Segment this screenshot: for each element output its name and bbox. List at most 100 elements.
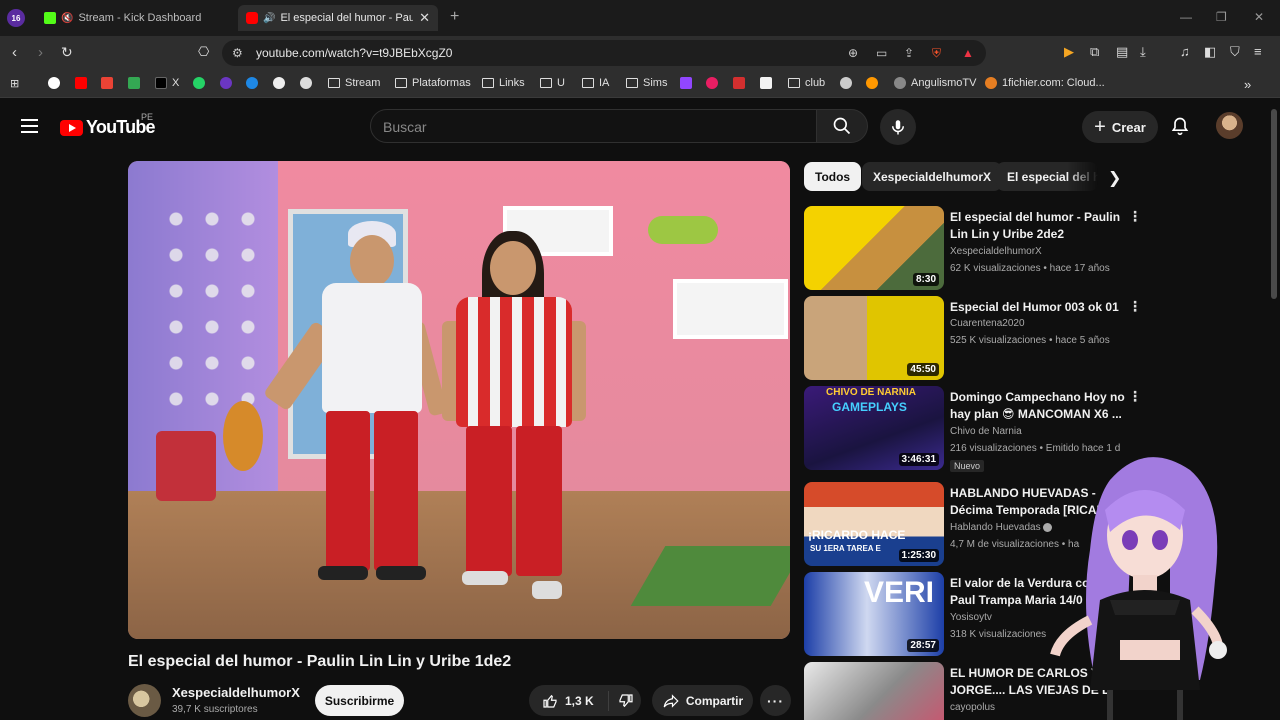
scrollbar-thumb[interactable] [1271, 109, 1277, 299]
bookmark-1fichier[interactable]: 1fichier.com: Cloud... [985, 77, 1105, 89]
voice-search-button[interactable] [880, 109, 916, 145]
drive-bookmark-icon[interactable] [128, 77, 145, 89]
new-tab-button[interactable]: + [450, 8, 459, 26]
brave-bookmark-icon[interactable] [220, 77, 237, 89]
bookmark-angulismotv[interactable]: AngulismoTV [894, 77, 976, 89]
heart-bookmark-icon[interactable] [706, 77, 723, 89]
page-scrollbar[interactable] [1268, 99, 1280, 720]
recommendation-item[interactable]: 45:50 Especial del Humor 003 ok 01 Cuare… [804, 296, 1144, 382]
chevron-right-icon[interactable]: ❯ [1108, 168, 1121, 188]
menu-icon[interactable] [21, 119, 38, 133]
bookmark-folder-ia[interactable]: IA [582, 77, 609, 89]
play-extension-icon[interactable]: ▶ [1064, 44, 1074, 60]
cast-icon[interactable]: ▭ [876, 46, 887, 60]
close-window-button[interactable]: ✕ [1254, 10, 1264, 24]
sidebar-toggle-icon[interactable]: ◧ [1204, 44, 1216, 60]
channel-avatar[interactable] [128, 684, 161, 717]
back-button[interactable]: ‹ [12, 44, 17, 61]
gmail-bookmark-icon[interactable] [101, 77, 118, 89]
video-thumbnail[interactable]: 8:30 [804, 206, 944, 290]
site-settings-icon[interactable]: ⚙ [232, 46, 243, 60]
settings-bookmark-icon[interactable] [840, 77, 857, 89]
brave-shields-icon[interactable]: ⛨ [932, 46, 941, 61]
bookmark-label: Stream [345, 77, 381, 89]
video-thumbnail[interactable]: VERI 28:57 [804, 572, 944, 656]
recommendation-title[interactable]: Especial del Humor 003 ok 01 [950, 299, 1125, 316]
zoom-icon[interactable]: ⊕ [848, 46, 858, 60]
minimize-window-button[interactable]: — [1180, 10, 1192, 24]
muted-speaker-icon[interactable]: 🔇 [61, 13, 73, 24]
recommendation-title[interactable]: Domingo Campechano Hoy no hay plan 😎 MAN… [950, 389, 1125, 423]
search-button[interactable] [816, 109, 868, 143]
like-button[interactable]: 1,3 K [529, 690, 609, 711]
forward-button[interactable]: › [38, 44, 43, 61]
google-bookmark-icon[interactable] [48, 77, 65, 89]
maximize-window-button[interactable]: ❐ [1216, 10, 1227, 24]
vpn-icon[interactable]: ⛉ [1230, 44, 1240, 60]
browser-profile-icon[interactable]: 16 [7, 9, 25, 27]
more-actions-button[interactable]: ··· [760, 685, 791, 716]
subscribe-button[interactable]: Suscribirme [315, 685, 404, 716]
recommendation-item[interactable]: 8:30 El especial del humor - Paulin Lin … [804, 206, 1144, 292]
edge-bookmark-icon[interactable] [246, 77, 263, 89]
recommendation-channel[interactable]: Cuarentena2020 [950, 318, 1025, 329]
more-options-icon[interactable]: ⋮ [1128, 298, 1142, 315]
bookmark-folder-sims[interactable]: Sims [626, 77, 667, 89]
tab-title: El especial del humor - Paulin [280, 12, 414, 24]
recommendation-channel[interactable]: XespecialdelhumorX [950, 246, 1042, 257]
bookmark-x[interactable]: X [155, 77, 179, 89]
reload-button[interactable]: ↻ [61, 44, 73, 61]
youtube-bookmark-icon[interactable] [75, 77, 92, 89]
app-bookmark-icon[interactable] [733, 77, 750, 89]
notifications-button[interactable] [1170, 115, 1190, 142]
video-thumbnail[interactable]: 45:50 [804, 296, 944, 380]
recommendation-title[interactable]: El especial del humor - Paulin Lin Lin y… [950, 209, 1125, 243]
apps-grid-icon[interactable]: ⊞ [10, 77, 19, 90]
downloads-icon[interactable]: ⤓ [1140, 44, 1146, 60]
orange-bookmark-icon[interactable] [866, 77, 883, 89]
recommendation-channel[interactable]: Hablando Huevadas [950, 522, 1053, 533]
chip-todos[interactable]: Todos [804, 162, 862, 191]
channel-name[interactable]: XespecialdelhumorX [172, 685, 300, 700]
bookmark-page-icon[interactable]: ⎔ [198, 44, 209, 60]
speaker-icon[interactable]: 🔊 [263, 13, 275, 24]
tab-manager-icon[interactable]: ▤ [1116, 44, 1128, 60]
address-bar[interactable]: ⚙ youtube.com/watch?v=t9JBEbXcgZ0 ⊕ ▭ ⇪ … [222, 40, 986, 66]
more-bookmarks-icon[interactable]: » [1244, 77, 1251, 92]
bookmark-folder-links[interactable]: Links [482, 77, 525, 89]
brave-rewards-icon[interactable]: ▲ [962, 46, 974, 60]
twitch-bookmark-icon[interactable] [680, 77, 697, 89]
chip-related[interactable]: El especial del humor [996, 162, 1098, 191]
tab-youtube-video[interactable]: 🔊 El especial del humor - Paulin ✕ [238, 5, 438, 31]
video-player[interactable] [128, 161, 790, 639]
close-tab-icon[interactable]: ✕ [419, 10, 430, 26]
search-input[interactable]: Buscar [370, 109, 817, 143]
video-thumbnail[interactable]: ¡RICARDO HACE SU 1ERA TAREA E 1:25:30 [804, 482, 944, 566]
share-button[interactable]: Compartir [652, 685, 753, 716]
more-options-icon[interactable]: ⋮ [1128, 208, 1142, 225]
microphone-icon [892, 120, 904, 135]
bookmark-folder-club[interactable]: club [788, 77, 825, 89]
bookmark-folder-u[interactable]: U [540, 77, 565, 89]
recommendation-channel[interactable]: cayopolus [950, 702, 995, 713]
video-thumbnail[interactable]: CHIVO DE NARNIA GAMEPLAYS 3:46:31 [804, 386, 944, 470]
media-controls-icon[interactable]: ♫ [1180, 44, 1190, 59]
create-button[interactable]: + Crear [1082, 111, 1158, 143]
browser-menu-icon[interactable]: ≡ [1254, 44, 1262, 59]
github-bookmark-icon[interactable] [273, 77, 290, 89]
bookmark-folder-plataformas[interactable]: Plataformas [395, 77, 471, 89]
page-bookmark-icon[interactable] [760, 77, 777, 89]
chatgpt-bookmark-icon[interactable] [300, 77, 317, 89]
account-avatar[interactable] [1216, 112, 1243, 139]
recommendation-channel[interactable]: Yosisoytv [950, 612, 992, 623]
chip-channel[interactable]: XespecialdelhumorX [862, 162, 1003, 191]
more-options-icon[interactable]: ⋮ [1128, 388, 1142, 405]
extensions-icon[interactable]: ⧉ [1090, 44, 1099, 60]
dislike-button[interactable] [609, 692, 635, 710]
video-thumbnail[interactable] [804, 662, 944, 720]
bookmark-folder-stream[interactable]: Stream [328, 77, 380, 89]
whatsapp-bookmark-icon[interactable] [193, 77, 210, 89]
recommendation-channel[interactable]: Chivo de Narnia [950, 426, 1022, 437]
tab-kick-dashboard[interactable]: 🔇 Stream - Kick Dashboard [36, 5, 236, 31]
share-page-icon[interactable]: ⇪ [904, 46, 914, 60]
